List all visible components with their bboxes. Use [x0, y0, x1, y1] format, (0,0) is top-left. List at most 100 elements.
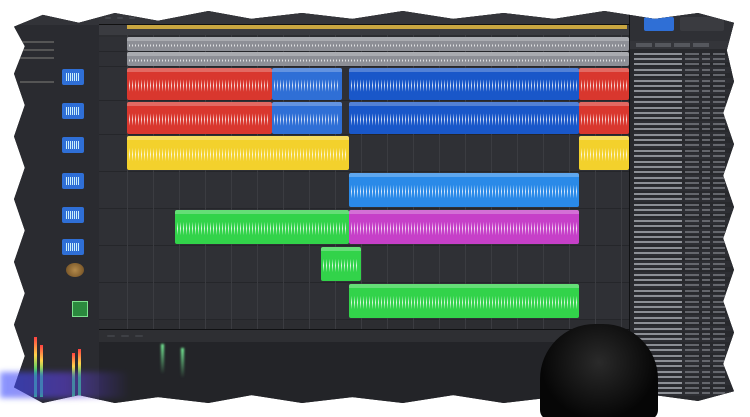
region-header: [272, 68, 342, 72]
list-cell: [702, 160, 710, 163]
audio-region[interactable]: [349, 102, 579, 134]
audio-region[interactable]: [127, 136, 349, 170]
list-cell: [634, 257, 682, 260]
tab-track[interactable]: [107, 335, 115, 337]
list-cell: [634, 230, 682, 233]
waveform: [581, 107, 627, 132]
list-cell: [634, 284, 682, 287]
browser-filter[interactable]: [680, 17, 724, 31]
audio-region[interactable]: [349, 68, 579, 100]
list-cell: [702, 203, 710, 206]
list-cell: [713, 311, 725, 314]
list-cell: [685, 85, 699, 88]
list-cell: [685, 252, 699, 255]
list-cell: [713, 187, 725, 190]
list-cell: [634, 214, 682, 217]
audio-region[interactable]: [579, 136, 629, 170]
track-icon-3[interactable]: [62, 137, 84, 153]
list-cell: [685, 241, 699, 244]
audio-region[interactable]: [579, 102, 629, 134]
photo-of-screen: [0, 0, 750, 417]
browser-tab[interactable]: [636, 43, 652, 47]
list-cell: [634, 333, 682, 335]
audio-region[interactable]: [127, 68, 272, 100]
list-cell: [634, 225, 682, 228]
list-cell: [685, 306, 699, 309]
list-cell: [713, 52, 725, 55]
audio-region[interactable]: [321, 247, 361, 281]
list-cell: [713, 133, 725, 136]
list-cell: [634, 85, 682, 88]
list-cell: [685, 316, 699, 319]
list-cell: [634, 203, 682, 206]
browser-header: [630, 11, 734, 41]
list-cell: [702, 133, 710, 136]
region-header: [127, 102, 272, 106]
list-cell: [685, 289, 699, 292]
green-track-icon[interactable]: [72, 301, 88, 317]
audio-region[interactable]: [349, 210, 579, 244]
functions-menu[interactable]: [117, 16, 123, 19]
track-icon-5[interactable]: [62, 207, 84, 223]
audio-region[interactable]: [127, 37, 629, 51]
track-icon-6[interactable]: [62, 239, 84, 255]
all-drums-button[interactable]: [644, 17, 674, 31]
cycle-region[interactable]: [127, 25, 627, 29]
list-cell: [685, 311, 699, 314]
browser-tab[interactable]: [674, 43, 690, 47]
edit-menu[interactable]: [105, 16, 111, 19]
track-icon-1[interactable]: [62, 69, 84, 85]
tab-region[interactable]: [121, 335, 129, 337]
audio-region[interactable]: [175, 210, 349, 244]
list-cell: [713, 262, 725, 265]
list-cell: [634, 322, 682, 325]
list-cell: [702, 370, 710, 373]
list-cell: [634, 117, 682, 120]
list-cell: [634, 246, 682, 249]
region-header: [127, 52, 629, 56]
audio-region[interactable]: [272, 68, 342, 100]
list-cell: [713, 327, 725, 330]
list-cell: [685, 386, 699, 389]
list-cell: [685, 79, 699, 82]
audio-region[interactable]: [127, 102, 272, 134]
list-cell: [713, 235, 725, 238]
audio-region[interactable]: [579, 68, 629, 100]
inspector-row: [20, 57, 54, 59]
list-cell: [713, 225, 725, 228]
track-icon-2[interactable]: [62, 103, 84, 119]
browser-tab[interactable]: [693, 43, 709, 47]
list-cell: [713, 203, 725, 206]
list-cell: [634, 68, 682, 71]
browser-tabs: [630, 41, 734, 49]
audio-region[interactable]: [349, 284, 579, 318]
audio-region[interactable]: [272, 102, 342, 134]
tracks-area[interactable]: [99, 11, 629, 331]
list-cell: [702, 144, 710, 147]
track-icon-4[interactable]: [62, 173, 84, 189]
list-cell: [685, 359, 699, 362]
list-cell: [702, 392, 710, 395]
browser-tab[interactable]: [655, 43, 671, 47]
list-cell: [685, 111, 699, 114]
list-cell: [685, 219, 699, 222]
region-header: [127, 68, 272, 72]
drum-kit-icon[interactable]: [66, 263, 84, 277]
inspector-row: [20, 81, 54, 83]
tab-show-editor[interactable]: [135, 335, 143, 337]
list-cell: [713, 300, 725, 303]
list-cell: [634, 138, 682, 141]
view-menu[interactable]: [129, 16, 135, 19]
waveform: [351, 178, 577, 205]
list-cell: [702, 171, 710, 174]
list-cell: [702, 209, 710, 212]
audio-region[interactable]: [349, 173, 579, 207]
list-cell: [713, 68, 725, 71]
list-cell: [685, 322, 699, 325]
list-cell: [713, 376, 725, 379]
list-cell: [713, 214, 725, 217]
list-cell: [685, 370, 699, 373]
list-cell: [702, 381, 710, 384]
list-cell: [634, 52, 682, 55]
audio-region[interactable]: [127, 52, 629, 66]
